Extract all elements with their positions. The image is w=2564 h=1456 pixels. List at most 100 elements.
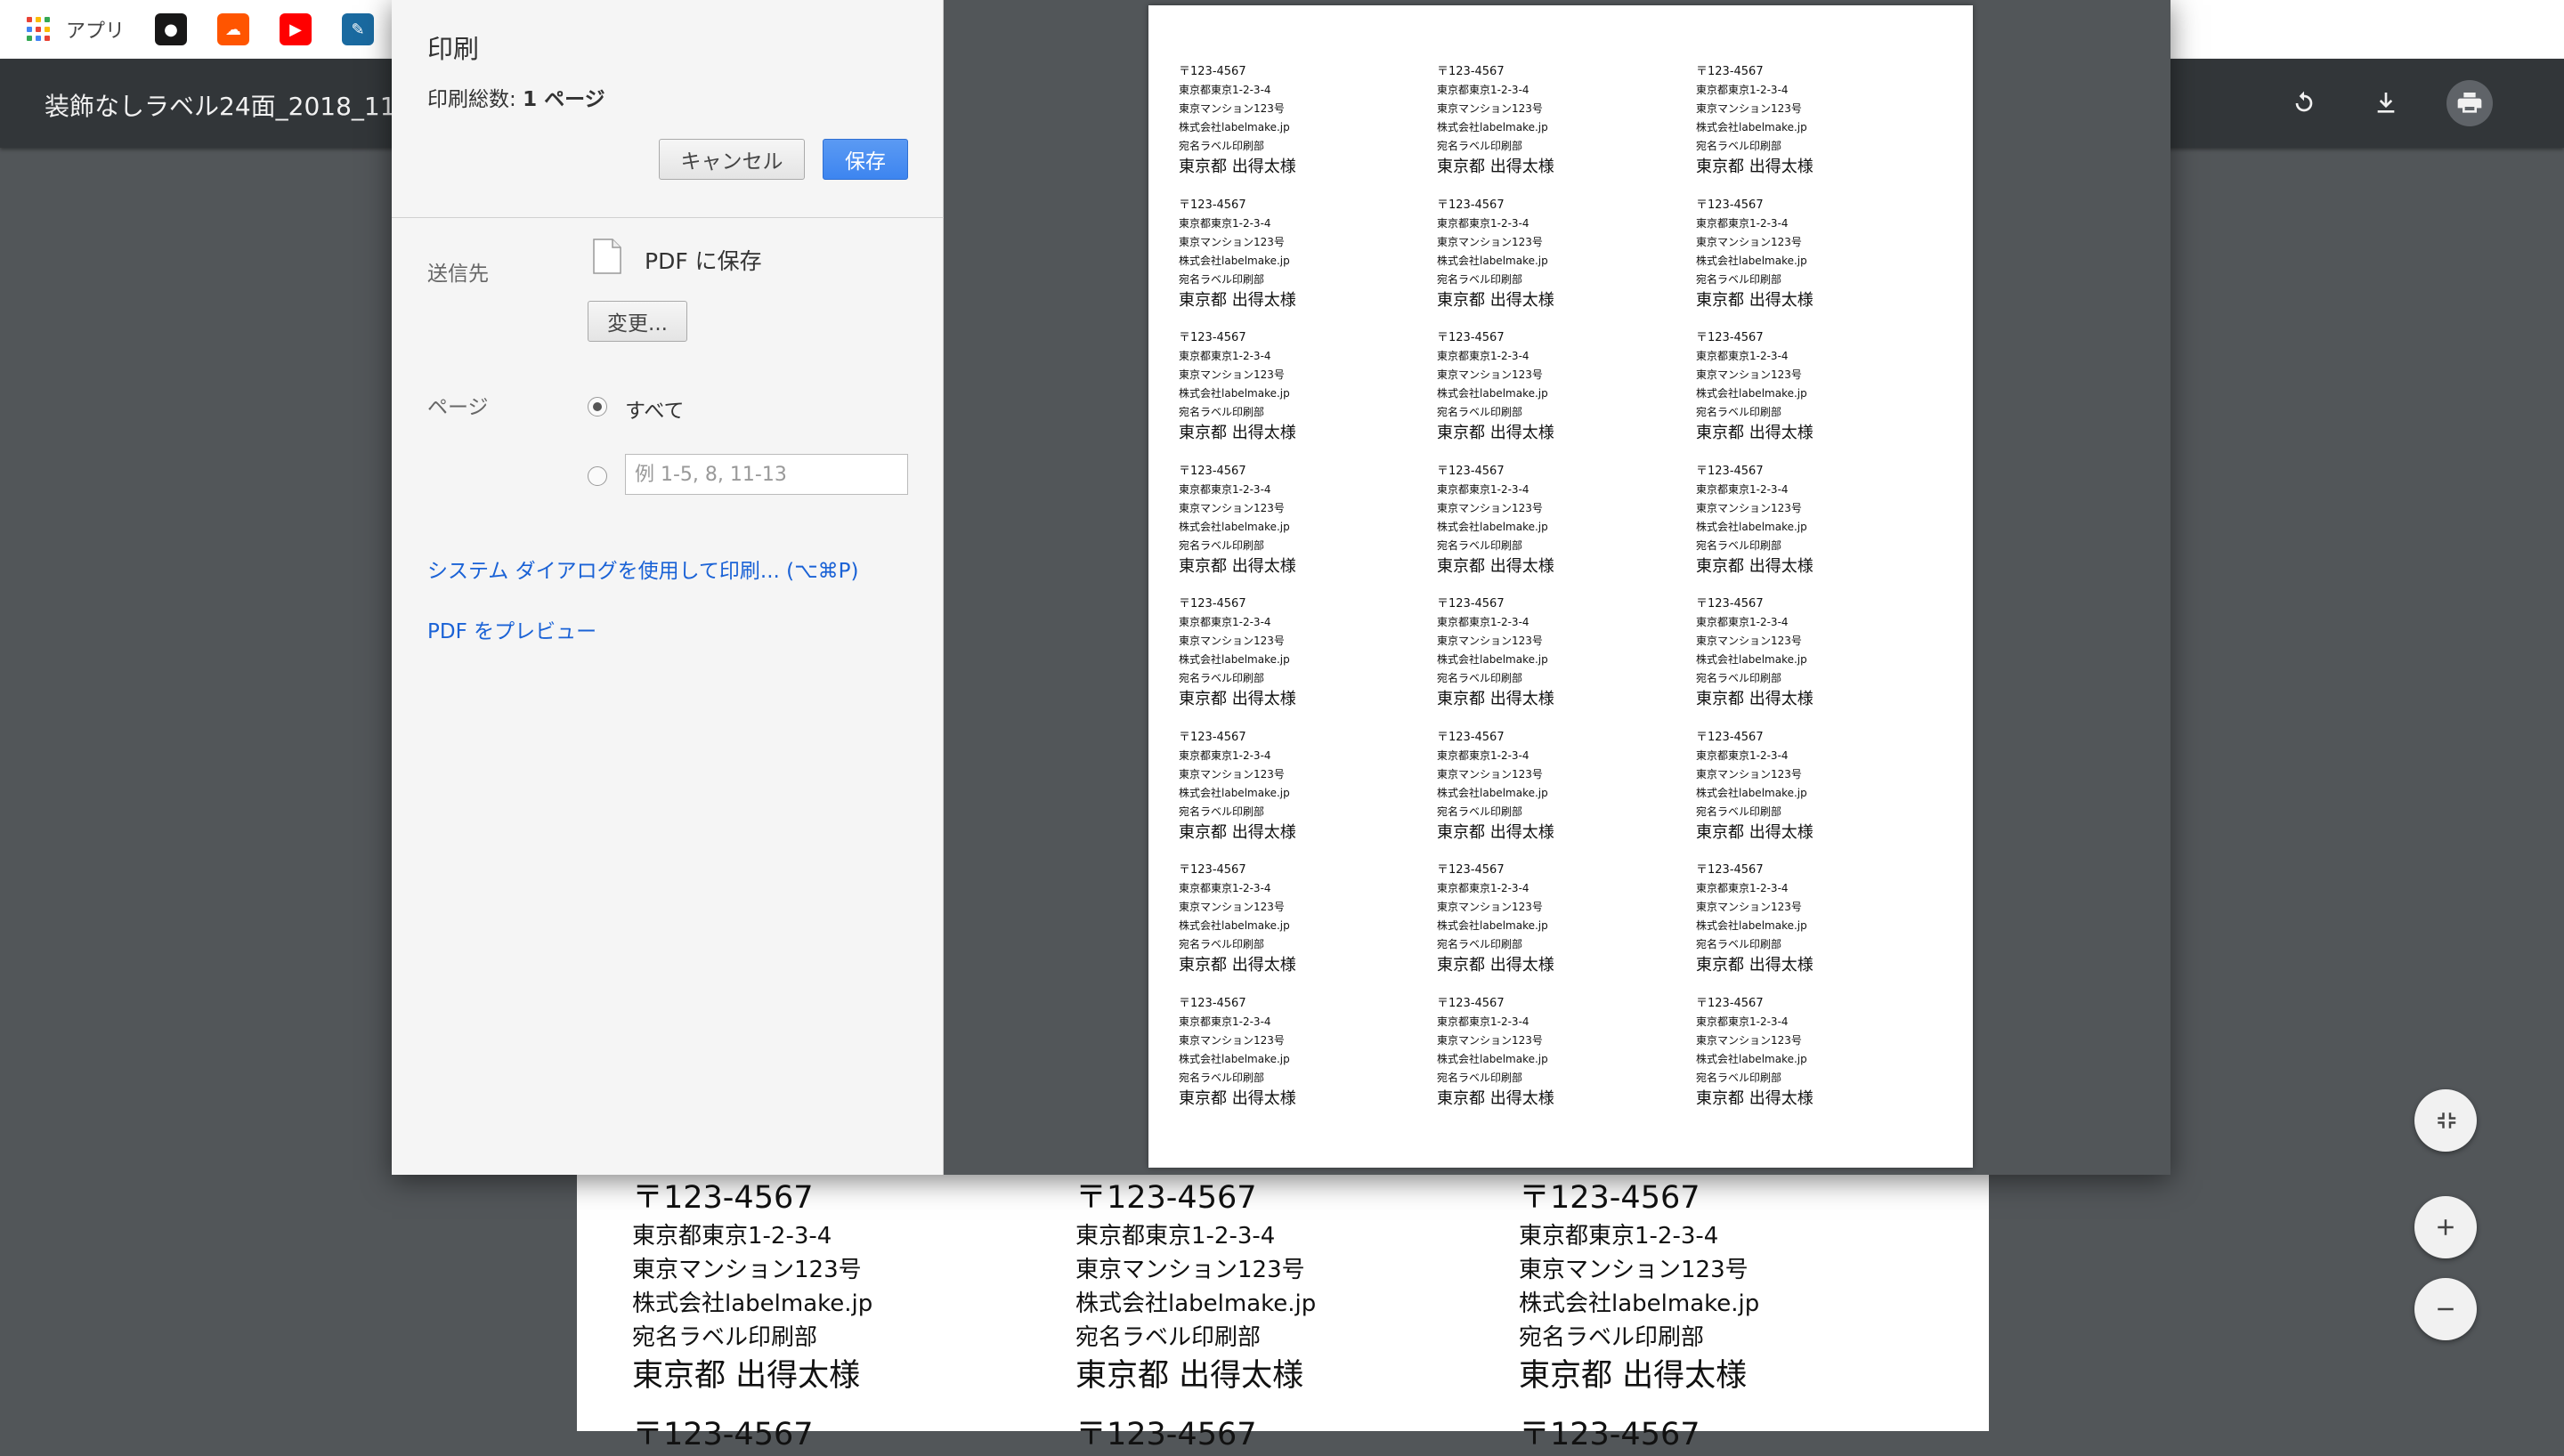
zoom-out-icon[interactable] [2414,1278,2477,1340]
pages-range-input[interactable] [625,454,908,495]
label-name: 東京都 出得太様 [1696,158,1813,176]
preview-label: 〒123-4567 東京都東京1-2-3-4 東京マンション123号 株式会社labe… [1696,62,1813,179]
label-name: 東京都 出得太様 [1179,556,1296,576]
label-zip: 〒123-4567 [1179,464,1246,478]
label-name: 東京都 出得太様 [1437,822,1554,842]
label-address1: 東京都東京1-2-3-4 [1696,616,1789,628]
bookmark-icon[interactable]: ✎ [342,13,375,45]
label-zip: 〒123-4567 [632,1180,814,1216]
pages-all-radio[interactable] [588,397,607,417]
pages-label: ページ [427,396,489,419]
rotate-icon[interactable] [2281,80,2327,126]
fit-page-icon[interactable] [2414,1089,2477,1152]
label-department: 宛名ラベル印刷部 [1179,406,1265,418]
label-zip: 〒123-4567 [1179,65,1246,78]
label-address1: 東京都東京1-2-3-4 [1179,482,1271,496]
apps-grid-dot [36,26,41,32]
apps-grid-dot [27,36,32,42]
preview-label: 〒123-4567 東京都東京1-2-3-4 東京マンション123号 株式会社labe… [1696,196,1813,312]
preview-label: 〒123-4567 東京都東京1-2-3-4 東京マンション123号 株式会社labe… [1179,861,1296,977]
label-address2: 東京マンション123号 [1179,501,1285,514]
label-department: 宛名ラベル印刷部 [1437,406,1523,418]
label-company: 株式会社labelmake.jp [1696,520,1807,533]
pages-range-radio[interactable] [588,466,607,486]
label-address2: 東京マンション123号 [1519,1257,1749,1283]
document-icon [593,239,621,274]
label-address2: 東京マンション123号 [1696,767,1802,781]
preview-label: 〒123-4567 東京都東京1-2-3-4 東京マンション123号 株式会社labe… [1179,595,1296,711]
system-dialog-link[interactable]: システム ダイアログを使用して印刷... (⌥⌘P) [427,554,859,584]
label-address1: 東京都東京1-2-3-4 [1179,84,1271,96]
label-address2: 東京マンション123号 [1437,767,1543,781]
label-department: 宛名ラベル印刷部 [1437,140,1523,152]
preview-label: 〒123-4567 東京都東京1-2-3-4 東京マンション123号 株式会社labe… [1179,462,1296,578]
preview-label: 〒123-4567 東京都東京1-2-3-4 東京マンション123号 株式会社labe… [1437,595,1554,711]
label-company: 株式会社labelmake.jp [1179,786,1290,799]
preview-label: 〒123-4567 東京都東京1-2-3-4 東京マンション123号 株式会社labe… [1696,861,1813,977]
print-total: 印刷総数: 1 ページ [427,82,605,112]
preview-pdf-link[interactable]: PDF をプレビュー [427,614,596,644]
label-zip: 〒123-4567 [1696,730,1764,744]
label-name: 東京都 出得太様 [1179,290,1296,310]
label-address1: 東京都東京1-2-3-4 [1075,1223,1276,1250]
print-preview-page: 〒123-4567 東京都東京1-2-3-4 東京マンション123号 株式会社labe… [1148,5,1973,1168]
label-address1: 東京都東京1-2-3-4 [1437,616,1529,628]
label-name: 東京都 出得太様 [1437,1088,1554,1108]
label-company: 株式会社labelmake.jp [1696,1052,1807,1065]
zoom-in-icon[interactable] [2414,1196,2477,1258]
label-name: 東京都 出得太様 [1179,158,1296,176]
bookmark-favicons: ● ☁ ▶ ✎ [155,13,404,45]
preview-label: 〒123-4567 東京都東京1-2-3-4 東京マンション123号 株式会社labe… [1179,328,1296,445]
label-address2: 東京マンション123号 [1437,901,1543,913]
apps-label: アプリ [66,20,126,43]
label-address1: 東京都東京1-2-3-4 [1696,482,1789,496]
cancel-button[interactable]: キャンセル [659,139,805,180]
label-name: 東京都 出得太様 [1696,690,1813,708]
label-address2: 東京マンション123号 [1696,635,1802,647]
label-department: 宛名ラベル印刷部 [1437,672,1523,684]
label-zip: 〒123-4567 [1696,464,1764,478]
print-icon[interactable] [2446,80,2493,126]
label-company: 株式会社labelmake.jp [632,1290,873,1317]
label-zip: 〒123-4567 [1437,198,1505,212]
youtube-icon[interactable]: ▶ [280,13,312,45]
label-address1: 東京都東京1-2-3-4 [1696,84,1789,96]
label-name: 東京都 出得太様 [1696,822,1813,842]
label-name: 東京都 出得太様 [1696,956,1813,975]
label-zip: 〒123-4567 [1075,1417,1257,1452]
label-zip: 〒123-4567 [1437,863,1505,877]
label-department: 宛名ラベル印刷部 [1696,1071,1782,1084]
label-address1: 東京都東京1-2-3-4 [1179,748,1271,762]
label-name: 東京都 出得太様 [1437,290,1554,310]
label-address2: 東京マンション123号 [1696,235,1802,248]
label-company: 株式会社labelmake.jp [1696,387,1807,400]
label-zip: 〒123-4567 [1437,597,1505,611]
dialog-title: 印刷 [427,34,480,64]
change-destination-button[interactable]: 変更... [588,301,687,342]
label-address2: 東京マンション123号 [1696,901,1802,913]
label-address1: 東京都東京1-2-3-4 [1437,84,1529,96]
label-name: 東京都 出得太様 [1075,1358,1304,1394]
preview-label: 〒123-4567 東京都東京1-2-3-4 東京マンション123号 株式会社labe… [1179,994,1296,1111]
label-department: 宛名ラベル印刷部 [1179,1071,1265,1084]
github-icon[interactable]: ● [155,13,188,45]
save-button[interactable]: 保存 [823,139,908,180]
download-icon[interactable] [2363,80,2409,126]
label-zip: 〒123-4567 [1075,1180,1257,1216]
label-address1: 東京都東京1-2-3-4 [1437,482,1529,496]
label-department: 宛名ラベル印刷部 [1696,272,1782,286]
preview-label: 〒123-4567 東京都東京1-2-3-4 東京マンション123号 株式会社labe… [1437,462,1554,578]
label-name: 東京都 出得太様 [1696,290,1813,310]
label-address2: 東京マンション123号 [1696,368,1802,381]
label-address2: 東京マンション123号 [1437,635,1543,647]
label-name: 東京都 出得太様 [1696,556,1813,576]
label-zip: 〒123-4567 [1519,1180,1700,1216]
label-company: 株式会社labelmake.jp [1696,121,1807,133]
label-department: 宛名ラベル印刷部 [1179,805,1265,818]
label-department: 宛名ラベル印刷部 [1696,538,1782,552]
apps-shortcut[interactable]: アプリ [27,15,125,44]
label-address2: 東京マンション123号 [1179,767,1285,781]
preview-label: 〒123-4567 東京都東京1-2-3-4 東京マンション123号 株式会社labe… [1437,861,1554,977]
soundcloud-icon[interactable]: ☁ [217,13,250,45]
destination-label: 送信先 [427,263,489,286]
